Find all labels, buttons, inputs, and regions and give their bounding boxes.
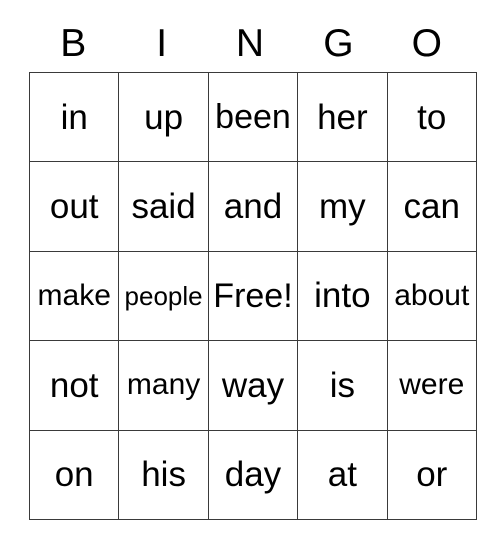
bingo-cell-label: in xyxy=(60,97,88,137)
bingo-cell-label: many xyxy=(126,368,201,402)
bingo-cell[interactable]: many xyxy=(118,340,209,431)
bingo-cell-label: way xyxy=(221,365,285,405)
bingo-cell[interactable]: out xyxy=(28,161,120,252)
bingo-cell-label: to xyxy=(417,97,447,137)
bingo-cell[interactable]: and xyxy=(207,161,299,252)
bingo-header-letter-g: G xyxy=(323,21,354,65)
bingo-cell-label: not xyxy=(49,365,99,405)
bingo-row: out said and my can xyxy=(28,161,477,252)
bingo-cell[interactable]: in xyxy=(28,71,120,163)
bingo-cell[interactable]: way xyxy=(207,340,299,431)
bingo-cell[interactable]: make xyxy=(28,250,120,342)
bingo-cell-label: his xyxy=(141,455,186,495)
bingo-cell[interactable]: about xyxy=(386,250,477,342)
bingo-cell-label: make xyxy=(37,278,111,312)
bingo-cell-label: said xyxy=(131,187,196,227)
bingo-cell[interactable]: my xyxy=(297,161,388,252)
bingo-cell[interactable]: is xyxy=(297,340,388,431)
bingo-grid: in up been her to out said and my can ma… xyxy=(28,71,477,520)
bingo-cell-label: into xyxy=(314,276,371,316)
bingo-cell-label: her xyxy=(317,97,368,137)
bingo-cell-label: on xyxy=(54,455,94,495)
bingo-header-letter-b: B xyxy=(60,21,87,65)
bingo-header-letter-o: O xyxy=(411,21,442,65)
bingo-cell[interactable]: his xyxy=(118,429,209,520)
bingo-cell-label: were xyxy=(399,368,465,402)
bingo-row: not many way is were xyxy=(28,340,477,431)
bingo-cell-label: out xyxy=(49,187,99,227)
bingo-cell-label: at xyxy=(327,455,357,495)
bingo-header-row: B I N G O xyxy=(29,14,471,72)
bingo-cell[interactable]: to xyxy=(386,71,477,163)
bingo-cell-label: can xyxy=(403,187,460,227)
bingo-cell-label: day xyxy=(224,455,282,495)
bingo-row: make people Free! into about xyxy=(28,250,477,342)
bingo-cell-label: up xyxy=(144,97,184,137)
bingo-cell[interactable]: or xyxy=(386,429,477,520)
bingo-cell-label: been xyxy=(215,98,291,137)
bingo-cell[interactable]: people xyxy=(118,250,209,342)
bingo-free-space-label: Free! xyxy=(213,276,293,315)
bingo-cell[interactable]: up xyxy=(118,71,209,163)
bingo-cell-label: about xyxy=(394,278,470,312)
bingo-header-letter-i: I xyxy=(156,21,168,65)
bingo-cell[interactable]: at xyxy=(297,429,388,520)
bingo-cell[interactable]: not xyxy=(28,340,120,431)
bingo-cell[interactable]: can xyxy=(386,161,477,252)
bingo-cell-label: people xyxy=(124,280,203,311)
bingo-cell-label: or xyxy=(416,455,448,495)
bingo-cell-label: my xyxy=(319,187,366,227)
bingo-card: B I N G O in up been her to out said and… xyxy=(28,14,477,520)
bingo-cell[interactable]: been xyxy=(207,71,299,163)
bingo-cell[interactable]: on xyxy=(28,429,120,520)
bingo-cell-free-space[interactable]: Free! xyxy=(207,250,299,342)
bingo-cell[interactable]: day xyxy=(207,429,299,520)
bingo-cell-label: and xyxy=(223,187,283,227)
bingo-cell[interactable]: her xyxy=(297,71,388,163)
bingo-cell[interactable]: into xyxy=(297,250,388,342)
bingo-cell-label: is xyxy=(329,365,355,405)
bingo-header-letter-n: N xyxy=(235,21,265,65)
bingo-row: in up been her to xyxy=(28,71,477,163)
bingo-cell[interactable]: said xyxy=(118,161,209,252)
bingo-cell[interactable]: were xyxy=(386,340,477,431)
bingo-row: on his day at or xyxy=(28,429,477,520)
